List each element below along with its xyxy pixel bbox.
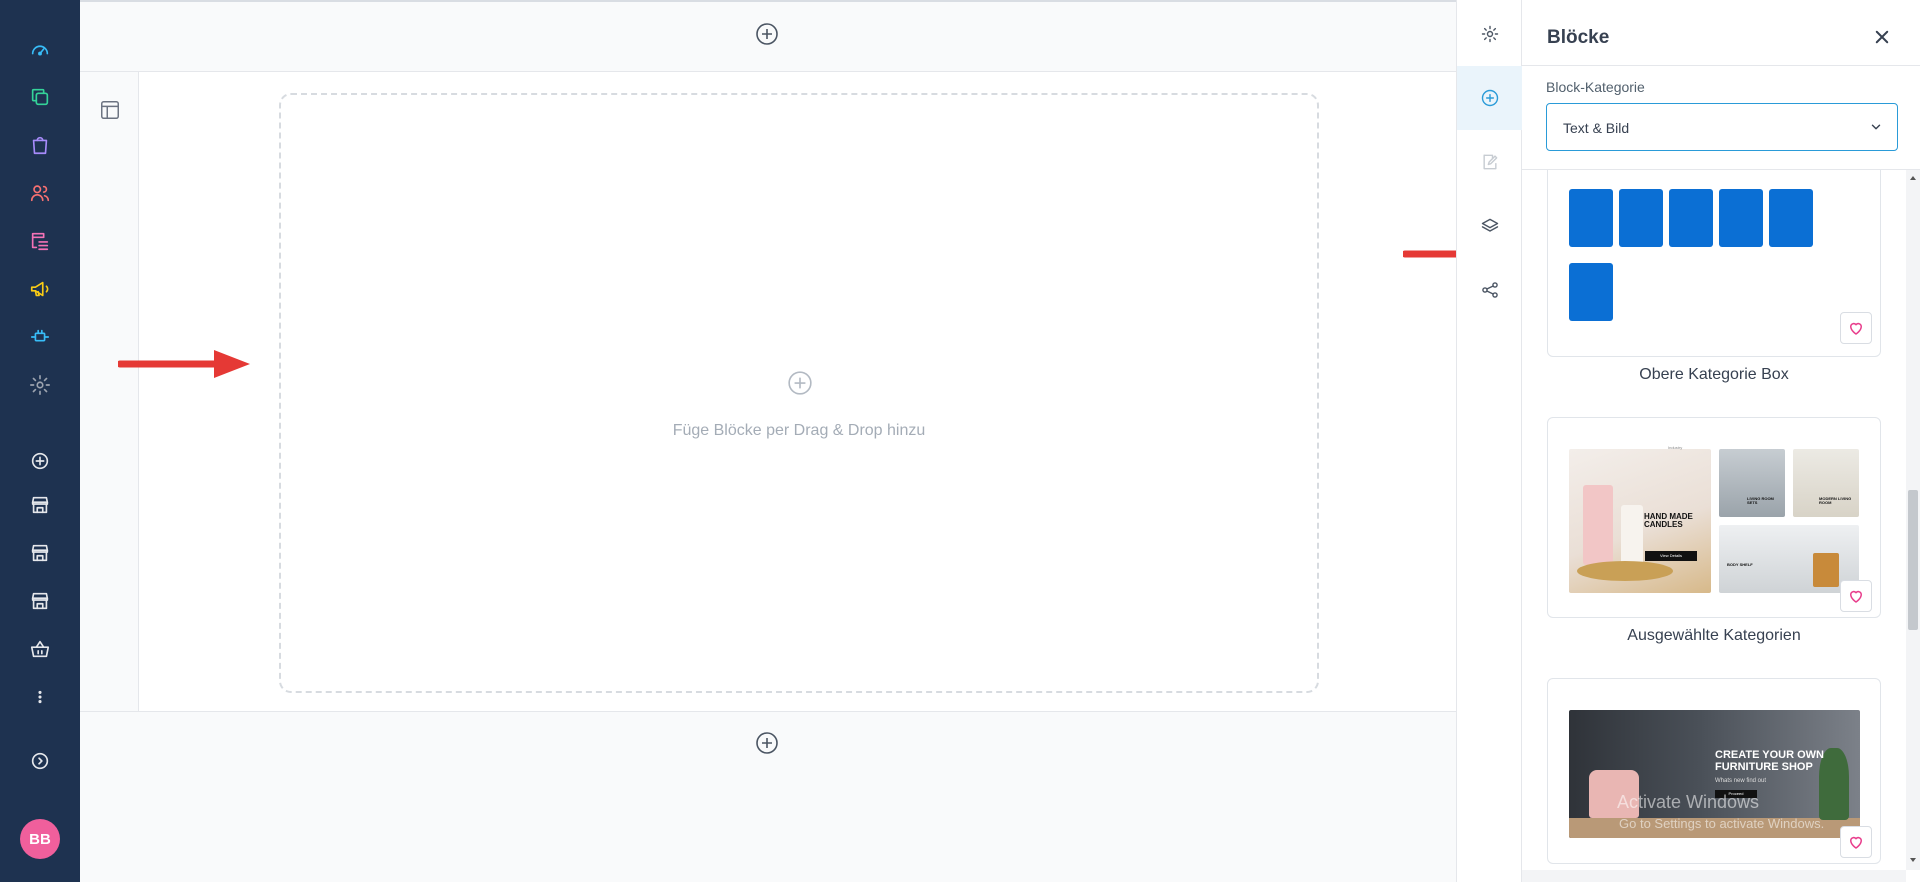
editor-toolbar xyxy=(1456,0,1522,882)
section-rail xyxy=(80,72,139,711)
toolbar-share-button[interactable] xyxy=(1457,258,1522,322)
heart-icon xyxy=(1849,322,1863,335)
toolbar-add-blocks-button[interactable] xyxy=(1457,66,1522,130)
block-card-top-category-box[interactable] xyxy=(1547,170,1881,357)
block-list: Obere Kategorie Box HAND MADE CANDLES Vi… xyxy=(1522,170,1906,870)
panel-title: Blöcke xyxy=(1547,27,1610,48)
layers-icon xyxy=(1481,218,1498,232)
blocks-panel: Blöcke Block-Kategorie Text & Bild Obere… xyxy=(1522,0,1920,882)
admin-sidebar: BB xyxy=(0,0,80,882)
favorite-button[interactable] xyxy=(1840,580,1872,612)
avatar-initials: BB xyxy=(29,830,51,848)
toolbar-layers-button[interactable] xyxy=(1457,194,1522,258)
heart-icon xyxy=(1849,590,1863,603)
preview-tile xyxy=(1719,189,1763,247)
canvas-top-border xyxy=(80,0,1456,2)
preview-modern-room-image: MODERN LIVING ROOM xyxy=(1793,449,1859,517)
expand-chevron-icon[interactable] xyxy=(24,745,56,777)
dropzone-hint: Füge Blöcke per Drag & Drop hinzu xyxy=(672,422,926,439)
storefront-icon[interactable] xyxy=(24,585,56,617)
plus-circle-icon xyxy=(756,23,778,45)
plus-circle-icon xyxy=(1481,89,1498,107)
close-button[interactable] xyxy=(1871,26,1893,48)
user-avatar[interactable]: BB xyxy=(20,819,60,859)
more-vertical-icon[interactable] xyxy=(24,681,56,713)
preview-shelf-image: BODY SHELF xyxy=(1719,525,1859,593)
preview-furniture-banner-image: CREATE YOUR OWN FURNITURE SHOP Whats new… xyxy=(1569,710,1860,838)
storefront-icon[interactable] xyxy=(24,537,56,569)
megaphone-icon[interactable] xyxy=(24,273,56,305)
chevron-down-icon xyxy=(1871,124,1881,130)
layout-icon xyxy=(101,101,119,119)
preview-tile xyxy=(1769,189,1813,247)
panel-horizontal-scrollbar[interactable] xyxy=(1522,870,1906,882)
scroll-down-arrow-icon[interactable] xyxy=(1909,856,1917,864)
favorite-button[interactable] xyxy=(1840,312,1872,344)
page-canvas: Füge Blöcke per Drag & Drop hinzu xyxy=(80,0,1456,882)
close-icon xyxy=(1875,30,1889,44)
block-card-selected-categories[interactable]: HAND MADE CANDLES View Details Industry … xyxy=(1547,417,1881,618)
preview-tile xyxy=(1569,189,1613,247)
toolbar-settings-button[interactable] xyxy=(1457,2,1522,66)
dashboard-gauge-icon[interactable] xyxy=(24,33,56,65)
favorite-button[interactable] xyxy=(1840,826,1872,858)
windows-watermark-sub: Go to Settings to activate Windows. xyxy=(1619,816,1825,831)
preview-tile xyxy=(1619,189,1663,247)
shopping-bag-icon[interactable] xyxy=(24,129,56,161)
users-icon[interactable] xyxy=(24,177,56,209)
windows-watermark: Activate Windows xyxy=(1617,792,1760,812)
dropzone-plus-icon xyxy=(786,369,814,397)
plus-circle-icon[interactable] xyxy=(24,445,56,477)
preview-living-room-image: LIVING ROOM SETS xyxy=(1719,449,1785,517)
share-icon xyxy=(1481,282,1498,298)
settings-gear-icon xyxy=(1481,25,1498,43)
toolbar-edit-button[interactable] xyxy=(1457,130,1522,194)
plus-circle-icon xyxy=(756,732,778,754)
preview-candles-image: HAND MADE CANDLES View Details xyxy=(1569,449,1711,593)
category-label: Block-Kategorie xyxy=(1546,79,1645,95)
panel-scrollbar[interactable] xyxy=(1906,170,1920,870)
scroll-up-arrow-icon[interactable] xyxy=(1909,174,1917,182)
category-select[interactable]: Text & Bild xyxy=(1546,103,1898,151)
annotation-arrow-left xyxy=(118,350,250,378)
panel-header: Blöcke xyxy=(1522,0,1920,66)
section-layout-button[interactable] xyxy=(96,96,124,124)
edit-note-icon xyxy=(1482,154,1497,170)
copy-stack-icon[interactable] xyxy=(24,81,56,113)
block-dropzone[interactable]: Füge Blöcke per Drag & Drop hinzu xyxy=(279,93,1319,693)
content-section: Füge Blöcke per Drag & Drop hinzu xyxy=(80,71,1456,712)
add-section-below-button[interactable] xyxy=(753,729,781,757)
plug-extension-icon[interactable] xyxy=(24,321,56,353)
preview-tile xyxy=(1669,189,1713,247)
category-select-value: Text & Bild xyxy=(1563,120,1630,136)
add-section-above-button[interactable] xyxy=(753,20,781,48)
block-card-furniture-banner[interactable]: CREATE YOUR OWN FURNITURE SHOP Whats new… xyxy=(1547,678,1881,864)
block-name: Obere Kategorie Box xyxy=(1639,366,1789,383)
content-list-icon[interactable] xyxy=(24,225,56,257)
settings-gear-icon[interactable] xyxy=(24,369,56,401)
basket-icon[interactable] xyxy=(24,633,56,665)
block-name: Ausgewählte Kategorien xyxy=(1627,627,1801,644)
storefront-icon[interactable] xyxy=(24,489,56,521)
scrollbar-thumb[interactable] xyxy=(1908,490,1918,630)
heart-icon xyxy=(1849,836,1863,849)
preview-tile xyxy=(1569,263,1613,321)
